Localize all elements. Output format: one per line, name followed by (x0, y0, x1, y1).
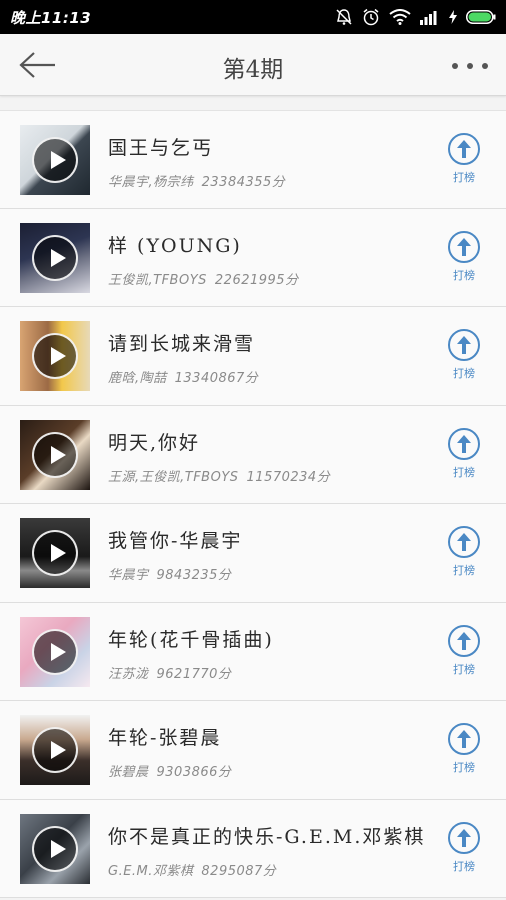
play-button[interactable] (32, 431, 78, 478)
song-meta: 王源,王俊凯,TFBOYS 11570234分 (108, 466, 330, 485)
song-meta: 华晨宇 9843235分 (108, 564, 231, 583)
arrow-up-circle-icon (448, 427, 480, 460)
song-title: 我管你-华晨宇 (108, 530, 243, 552)
song-artist: 华晨宇 (108, 568, 149, 583)
song-meta: 王俊凯,TFBOYS 22621995分 (108, 269, 299, 288)
more-dot-icon (482, 63, 488, 69)
arrow-up-circle-icon (448, 133, 480, 165)
charging-icon (449, 10, 457, 24)
song-title: 年轮(花千骨插曲) (108, 628, 274, 651)
vote-label: 打榜 (453, 564, 475, 577)
vote-label: 打榜 (453, 761, 475, 774)
song-thumbnail (20, 321, 90, 391)
play-button[interactable] (32, 333, 78, 379)
song-score: 9621770分 (156, 666, 232, 682)
song-thumbnail (20, 813, 90, 884)
song-score: 13340867分 (174, 371, 259, 386)
song-row[interactable]: 样 (YOUNG) 王俊凯,TFBOYS 22621995分 打榜 (0, 208, 506, 307)
top-nav-bar: 第4期 (0, 34, 506, 96)
song-score: 22621995分 (214, 272, 299, 288)
song-artist: 王源,王俊凯,TFBOYS (108, 469, 239, 485)
page-title: 第4期 (222, 57, 284, 83)
song-score: 9303866分 (156, 765, 232, 780)
song-meta: 汪苏泷 9621770分 (108, 663, 231, 682)
song-artist: 张碧晨 (108, 765, 149, 780)
song-title: 样 (YOUNG) (108, 234, 242, 257)
arrow-up-circle-icon (448, 526, 480, 558)
song-thumbnail (20, 419, 90, 490)
song-title: 明天,你好 (108, 431, 201, 454)
song-thumbnail (20, 125, 90, 195)
song-thumbnail (20, 222, 90, 293)
alarm-clock-icon (363, 8, 379, 26)
vote-button[interactable]: 打榜 (446, 427, 482, 480)
play-button[interactable] (32, 530, 78, 576)
play-button[interactable] (32, 137, 78, 183)
vote-label: 打榜 (453, 268, 475, 282)
vote-button[interactable]: 打榜 (446, 230, 482, 283)
more-options-button[interactable] (452, 60, 488, 72)
song-thumbnail (20, 715, 90, 785)
vote-label: 打榜 (453, 171, 475, 184)
more-dot-icon (467, 63, 473, 69)
song-score: 9843235分 (156, 568, 232, 583)
status-bar: 晚上11:13 (0, 0, 506, 34)
vote-button[interactable]: 打榜 (446, 526, 482, 578)
song-row[interactable]: 你不是真正的快乐-G.E.M.邓紫棋 G.E.M.邓紫棋 8295087分 打榜 (0, 799, 506, 898)
song-list: 国王与乞丐 华晨宇,杨宗纬 23384355分 打榜 样 (YOUNG) 王俊凯,… (0, 110, 506, 898)
song-title: 国王与乞丐 (108, 137, 214, 159)
song-artist: 王俊凯,TFBOYS (108, 272, 207, 288)
song-artist: 鹿晗,陶喆 (108, 371, 167, 386)
song-title: 请到长城来滑雪 (108, 333, 256, 355)
vote-button[interactable]: 打榜 (446, 329, 482, 381)
vote-button[interactable]: 打榜 (446, 133, 482, 185)
song-meta: 张碧晨 9303866分 (108, 761, 231, 780)
song-artist: G.E.M.邓紫棋 (108, 863, 194, 879)
vote-button[interactable]: 打榜 (446, 821, 482, 874)
play-button[interactable] (32, 825, 78, 872)
song-meta: 鹿晗,陶喆 13340867分 (108, 367, 258, 386)
vote-label: 打榜 (453, 465, 475, 479)
signal-icon (420, 11, 437, 25)
song-artist: 汪苏泷 (108, 666, 149, 682)
arrow-up-circle-icon (448, 624, 480, 657)
play-button[interactable] (32, 628, 78, 675)
arrow-up-circle-icon (448, 821, 480, 854)
song-title: 年轮-张碧晨 (108, 727, 222, 749)
vote-label: 打榜 (453, 662, 475, 676)
play-button[interactable] (32, 234, 78, 281)
arrow-up-circle-icon (448, 329, 480, 361)
song-artist: 华晨宇,杨宗纬 (108, 175, 194, 190)
status-time: 晚上11:13 (10, 9, 92, 27)
song-row[interactable]: 请到长城来滑雪 鹿晗,陶喆 13340867分 打榜 (0, 307, 506, 406)
song-row[interactable]: 明天,你好 王源,王俊凯,TFBOYS 11570234分 打榜 (0, 405, 506, 504)
song-score: 11570234分 (246, 469, 331, 485)
more-dot-icon (452, 63, 458, 69)
song-title: 你不是真正的快乐-G.E.M.邓紫棋 (108, 825, 426, 848)
vote-button[interactable]: 打榜 (446, 723, 482, 775)
song-row[interactable]: 国王与乞丐 华晨宇,杨宗纬 23384355分 打榜 (0, 110, 506, 209)
song-thumbnail (20, 616, 90, 687)
vote-label: 打榜 (453, 367, 475, 380)
song-score: 23384355分 (201, 175, 286, 190)
song-score: 8295087分 (201, 863, 277, 879)
song-row[interactable]: 年轮-张碧晨 张碧晨 9303866分 打榜 (0, 701, 506, 800)
status-icons (335, 6, 496, 28)
alarm-off-icon (336, 9, 352, 25)
arrow-up-circle-icon (448, 723, 480, 755)
song-row[interactable]: 年轮(花千骨插曲) 汪苏泷 9621770分 打榜 (0, 602, 506, 701)
vote-button[interactable]: 打榜 (446, 624, 482, 677)
song-meta: G.E.M.邓紫棋 8295087分 (108, 860, 276, 879)
battery-icon (466, 10, 496, 24)
song-row[interactable]: 我管你-华晨宇 华晨宇 9843235分 打榜 (0, 504, 506, 603)
vote-label: 打榜 (453, 859, 475, 873)
song-thumbnail (20, 518, 90, 588)
song-meta: 华晨宇,杨宗纬 23384355分 (108, 171, 285, 190)
play-button[interactable] (32, 727, 78, 773)
wifi-icon (389, 9, 411, 25)
arrow-up-circle-icon (448, 230, 480, 263)
